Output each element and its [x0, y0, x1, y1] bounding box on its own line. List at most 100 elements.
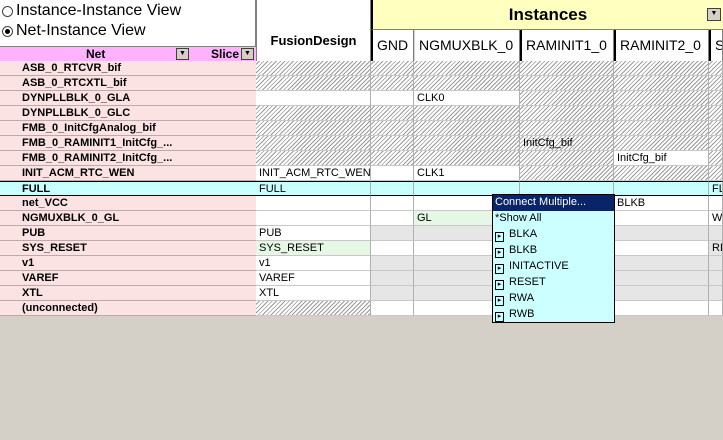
instance-pin-cell[interactable] — [371, 226, 414, 241]
instance-pin-cell[interactable] — [614, 91, 709, 106]
net-row-label[interactable]: ASB_0_RTCVR_bif — [0, 61, 256, 76]
instance-pin-cell[interactable] — [614, 61, 709, 76]
instance-pin-cell[interactable] — [520, 166, 614, 181]
net-row-label[interactable]: DYNPLLBLK_0_GLC — [0, 106, 256, 121]
instance-pin-cell[interactable] — [371, 241, 414, 256]
chevron-down-icon[interactable]: ▼ — [241, 48, 254, 60]
pin-menu-item[interactable]: ▸ BLKA — [493, 227, 614, 243]
instance-pin-cell[interactable] — [371, 166, 414, 181]
instance-pin-cell[interactable] — [371, 271, 414, 286]
instance-pin-cell[interactable] — [614, 181, 709, 196]
instance-pin-cell[interactable] — [371, 76, 414, 91]
instance-pin-cell[interactable] — [614, 106, 709, 121]
instance-pin-cell[interactable] — [414, 151, 520, 166]
instance-pin-cell[interactable]: InitCfg_bif — [614, 151, 709, 166]
instance-pin-cell[interactable] — [709, 91, 723, 106]
pin-menu-item[interactable]: ▸ RWA — [493, 291, 614, 307]
instance-pin-cell[interactable] — [371, 91, 414, 106]
instance-pin-cell[interactable] — [414, 121, 520, 136]
instance-pin-cell[interactable] — [520, 121, 614, 136]
instance-pin-cell[interactable] — [614, 136, 709, 151]
net-row-label[interactable]: net_VCC — [0, 196, 256, 211]
column-header-gnd[interactable]: GND — [371, 30, 414, 61]
instance-pin-cell[interactable] — [414, 61, 520, 76]
net-row-label[interactable]: SYS_RESET — [0, 241, 256, 256]
instance-pin-cell[interactable] — [614, 241, 709, 256]
instance-pin-cell[interactable] — [709, 151, 723, 166]
instance-pin-cell[interactable] — [709, 301, 723, 316]
instance-instance-view-option[interactable]: Instance-Instance View — [2, 1, 181, 21]
instance-pin-cell[interactable] — [520, 61, 614, 76]
fusiondesign-cell[interactable] — [256, 76, 371, 91]
instance-pin-cell[interactable] — [371, 256, 414, 271]
instance-pin-cell[interactable] — [614, 226, 709, 241]
column-header-s[interactable]: S — [709, 30, 723, 61]
instance-pin-cell[interactable] — [614, 166, 709, 181]
fusiondesign-cell[interactable]: INIT_ACM_RTC_WEN — [256, 166, 371, 181]
instance-pin-cell[interactable] — [371, 196, 414, 211]
fusiondesign-cell[interactable] — [256, 121, 371, 136]
instance-pin-cell[interactable] — [614, 76, 709, 91]
instance-pin-cell[interactable] — [414, 76, 520, 91]
net-row-label[interactable]: FMB_0_RAMINIT2_InitCfg_... — [0, 151, 256, 166]
instance-pin-cell[interactable] — [709, 226, 723, 241]
column-header-raminit1[interactable]: RAMINIT1_0 — [520, 30, 614, 61]
instance-pin-cell[interactable] — [371, 61, 414, 76]
instance-pin-cell[interactable] — [709, 166, 723, 181]
fusiondesign-cell[interactable]: XTL — [256, 286, 371, 301]
net-row-label[interactable]: FMB_0_RAMINIT1_InitCfg_... — [0, 136, 256, 151]
instance-pin-cell[interactable] — [709, 76, 723, 91]
instance-pin-cell[interactable] — [614, 121, 709, 136]
pin-menu-item[interactable]: ▸ INITACTIVE — [493, 259, 614, 275]
fusiondesign-cell[interactable] — [256, 61, 371, 76]
instance-pin-cell[interactable] — [709, 286, 723, 301]
instance-pin-cell[interactable] — [371, 106, 414, 121]
instance-pin-cell[interactable]: RE — [709, 241, 723, 256]
pin-menu-item[interactable]: ▸ BLKB — [493, 243, 614, 259]
instance-pin-cell[interactable] — [709, 256, 723, 271]
fusiondesign-cell[interactable] — [256, 196, 371, 211]
pin-menu-item[interactable]: ▸ RESET — [493, 275, 614, 291]
net-row-label[interactable]: VAREF — [0, 271, 256, 286]
pin-menu-item[interactable]: ▸ RWB — [493, 307, 614, 323]
fusiondesign-cell[interactable]: VAREF — [256, 271, 371, 286]
fusiondesign-cell[interactable]: PUB — [256, 226, 371, 241]
column-header-raminit2[interactable]: RAMINIT2_0 — [614, 30, 709, 61]
show-all-menu-item[interactable]: *Show All — [493, 211, 614, 227]
instance-pin-cell[interactable]: InitCfg_bif — [520, 136, 614, 151]
fusiondesign-column-header[interactable]: FusionDesign — [256, 0, 371, 61]
instance-pin-cell[interactable] — [614, 211, 709, 226]
column-header-ngmuxblk[interactable]: NGMUXBLK_0 — [414, 30, 520, 61]
instance-pin-cell[interactable] — [520, 76, 614, 91]
instance-pin-cell[interactable] — [709, 121, 723, 136]
net-row-label[interactable]: FMB_0_InitCfgAnalog_bif — [0, 121, 256, 136]
net-row-label[interactable]: ASB_0_RTCXTL_bif — [0, 76, 256, 91]
instance-pin-cell[interactable] — [709, 136, 723, 151]
instance-pin-cell[interactable] — [371, 301, 414, 316]
net-row-label[interactable]: INIT_ACM_RTC_WEN — [0, 166, 256, 181]
fusiondesign-cell[interactable] — [256, 106, 371, 121]
fusiondesign-cell[interactable]: SYS_RESET — [256, 241, 371, 256]
chevron-down-icon[interactable]: ▼ — [176, 48, 189, 60]
instance-pin-cell[interactable]: CLK1 — [414, 166, 520, 181]
fusiondesign-cell[interactable] — [256, 301, 371, 316]
instance-pin-cell[interactable] — [709, 271, 723, 286]
instance-pin-cell[interactable] — [520, 106, 614, 121]
instance-pin-cell[interactable] — [371, 211, 414, 226]
instance-pin-cell[interactable] — [614, 286, 709, 301]
instance-pin-cell[interactable] — [371, 151, 414, 166]
instance-pin-cell[interactable]: CLK0 — [414, 91, 520, 106]
instance-pin-cell[interactable]: BLKB — [614, 196, 709, 211]
net-row-label[interactable]: XTL — [0, 286, 256, 301]
instance-pin-cell[interactable] — [614, 301, 709, 316]
net-row-label[interactable]: FULL — [0, 181, 256, 196]
fusiondesign-cell[interactable] — [256, 151, 371, 166]
instance-pin-cell[interactable]: FL — [709, 181, 723, 196]
connect-multiple-menu-item[interactable]: Connect Multiple... — [493, 195, 614, 211]
net-row-label[interactable]: PUB — [0, 226, 256, 241]
chevron-down-icon[interactable]: ▼ — [707, 8, 721, 21]
instance-pin-cell[interactable] — [414, 136, 520, 151]
instance-pin-cell[interactable] — [614, 256, 709, 271]
instance-pin-cell[interactable] — [520, 91, 614, 106]
net-row-label[interactable]: (unconnected) — [0, 301, 256, 316]
